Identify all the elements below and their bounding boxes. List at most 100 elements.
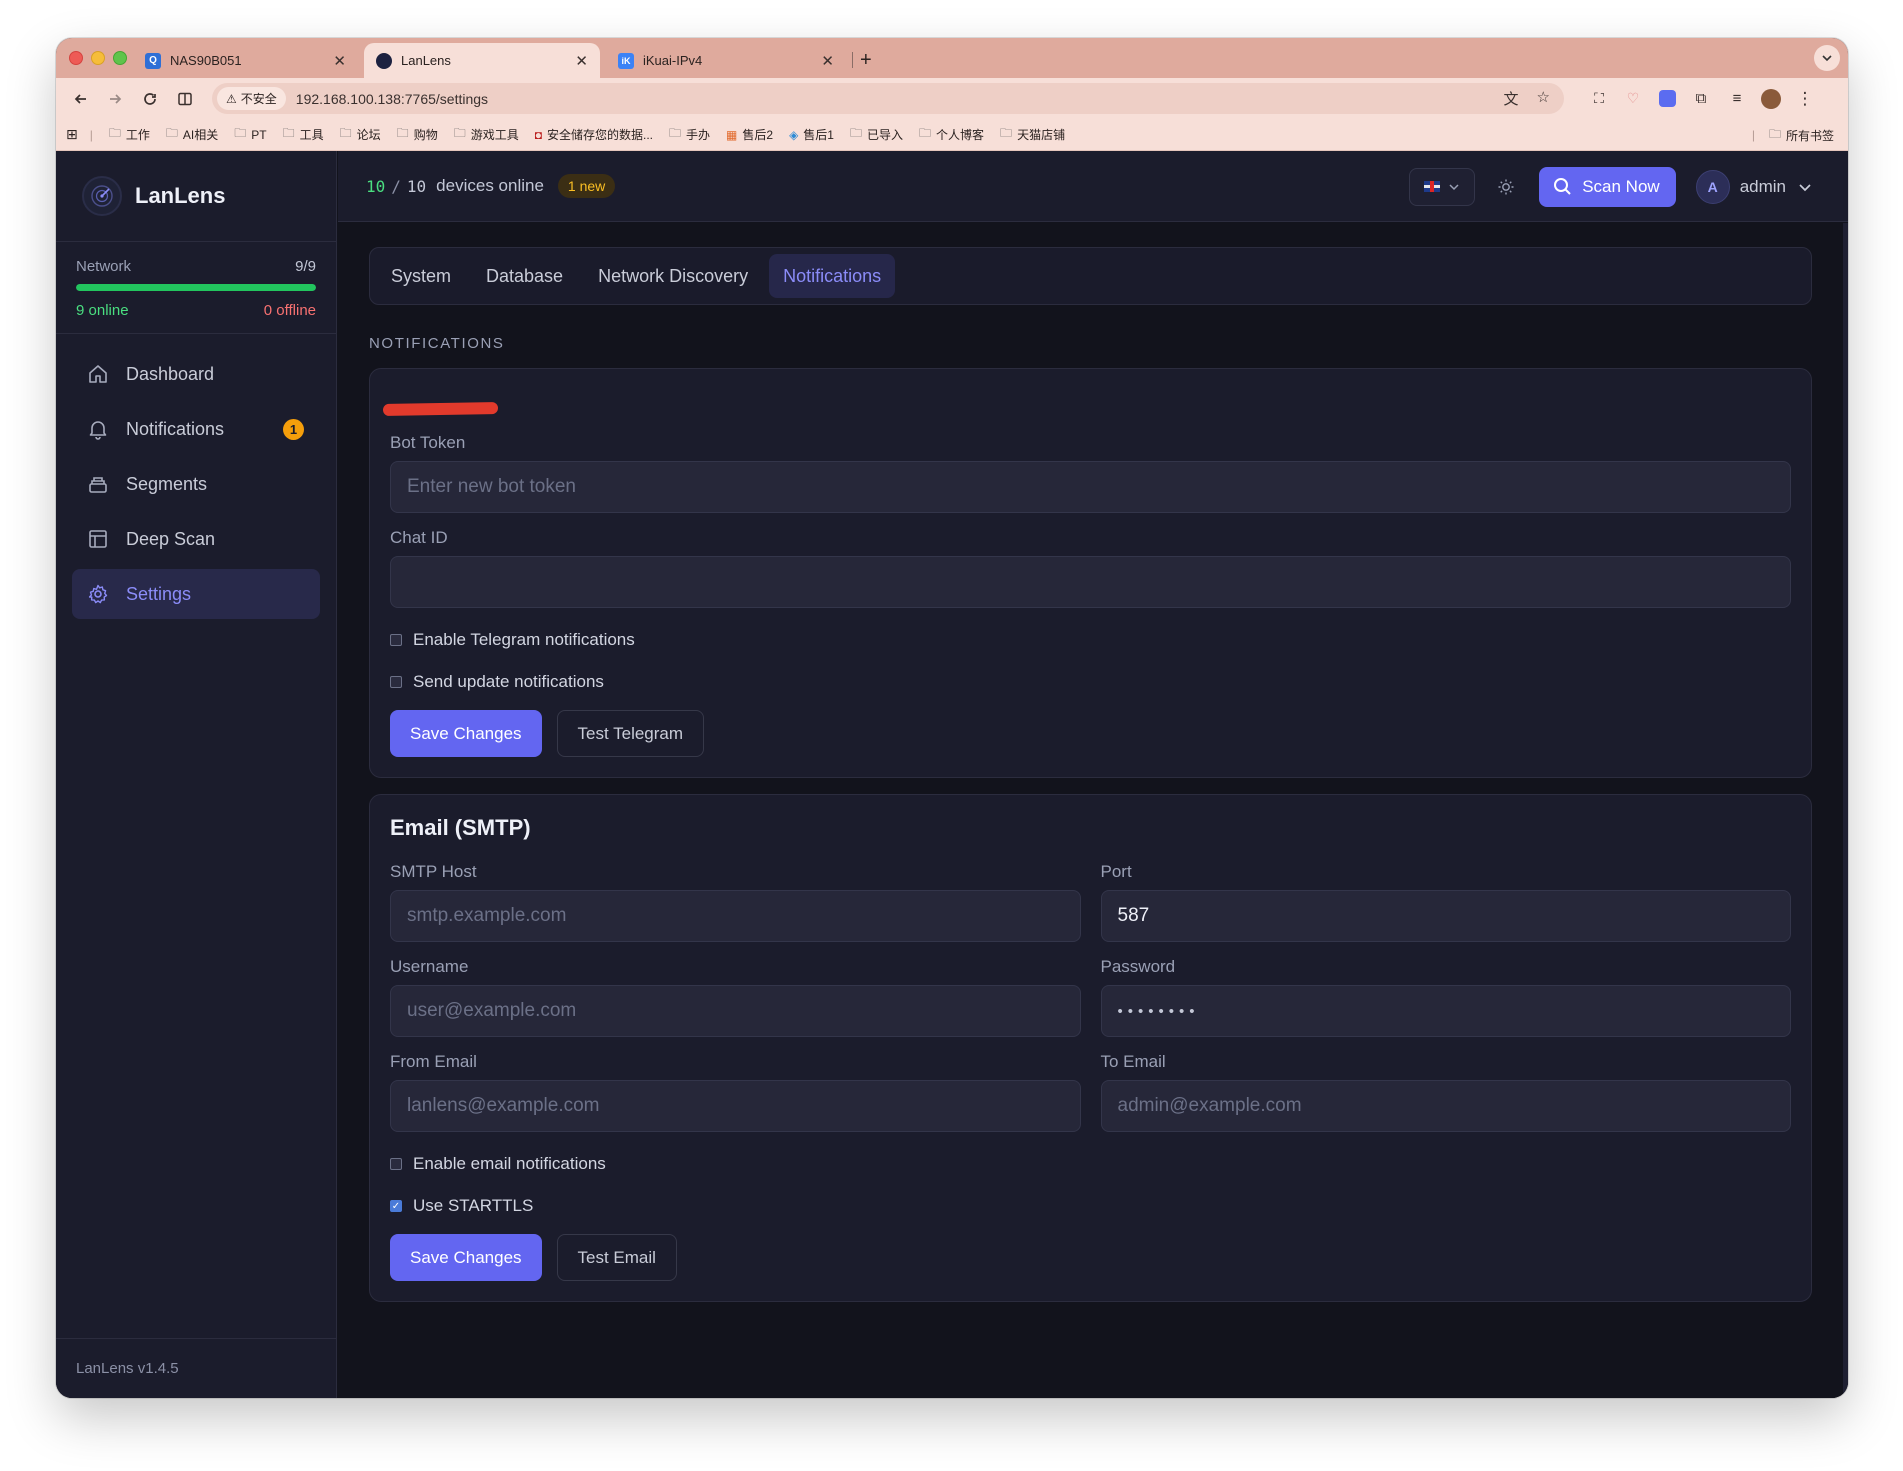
extension-button-3[interactable]	[1652, 78, 1682, 119]
email-card: Email (SMTP) SMTP Host smtp.example.com …	[369, 794, 1812, 1302]
browser-tab-lanlens[interactable]: LanLens ✕	[364, 43, 600, 78]
password-input[interactable]: ••••••••	[1100, 985, 1791, 1037]
network-count: 9/9	[295, 258, 316, 275]
browser-tab-nas[interactable]: Q NAS90B051 ✕	[133, 43, 358, 78]
user-menu[interactable]: A admin	[1695, 169, 1812, 204]
all-bookmarks-button[interactable]: | 🗀 所有书签	[1752, 119, 1834, 151]
sidebar-item-notifications[interactable]: Notifications 1	[72, 404, 320, 454]
bookmark-folder[interactable]: 🗀 游戏工具	[454, 124, 519, 145]
tab-title: NAS90B051	[170, 53, 242, 68]
smtp-host-input[interactable]: smtp.example.com	[390, 890, 1081, 942]
folder-icon: 🗀	[453, 126, 466, 140]
port-input[interactable]: 587	[1100, 890, 1791, 942]
maximize-window-button[interactable]	[113, 51, 127, 65]
network-progress-fill	[76, 284, 316, 291]
sidebar-item-settings[interactable]: Settings	[72, 569, 320, 619]
language-selector[interactable]	[1409, 167, 1476, 206]
tab-strip: Q NAS90B051 ✕ LanLens ✕ iK iKuai-IPv4 ✕ …	[56, 38, 1848, 78]
to-email-input[interactable]: admin@example.com	[1100, 1080, 1791, 1132]
browser-menu-button[interactable]: ⋮	[1790, 78, 1820, 119]
split-view-icon	[178, 92, 192, 105]
online-device-count: 10	[366, 176, 386, 196]
chat-id-input[interactable]	[390, 556, 1791, 608]
from-email-input[interactable]: lanlens@example.com	[390, 1080, 1081, 1132]
bookmark-link[interactable]: ▦ 售后2	[726, 126, 773, 143]
theme-toggle-button[interactable]	[1495, 176, 1517, 198]
bookmark-folder[interactable]: 🗀 论坛	[340, 124, 381, 145]
new-devices-badge[interactable]: 1 new	[557, 174, 616, 198]
address-bar[interactable]: ⚠ 不安全 192.168.100.138:7765/settings 文 ☆	[212, 83, 1564, 114]
checkbox-box	[390, 676, 402, 688]
browser-tab-ikuai[interactable]: iK iKuai-IPv4 ✕	[606, 43, 846, 78]
checkbox-box	[390, 634, 402, 646]
translate-icon[interactable]: 文	[1504, 88, 1519, 109]
send-updates-checkbox[interactable]: Send update notifications	[390, 672, 1791, 692]
bookmark-folder[interactable]: 🗀 个人博客	[919, 124, 984, 145]
redaction-mark	[382, 401, 499, 417]
close-tab-icon[interactable]: ✕	[575, 52, 588, 70]
back-button[interactable]	[64, 78, 98, 119]
checkbox-label: Enable email notifications	[413, 1154, 606, 1173]
sidebar-item-label: Notifications	[126, 418, 225, 439]
browser-toolbar: ⚠ 不安全 192.168.100.138:7765/settings 文 ☆ …	[56, 78, 1848, 119]
enable-telegram-checkbox[interactable]: Enable Telegram notifications	[390, 630, 1791, 650]
bookmark-folder[interactable]: 🗀 工具	[283, 124, 324, 145]
extension-button-1[interactable]: ⛶	[1584, 78, 1614, 119]
minimize-window-button[interactable]	[91, 51, 105, 65]
test-telegram-button[interactable]: Test Telegram	[556, 710, 705, 757]
sidebar-item-segments[interactable]: Segments	[72, 459, 320, 509]
content-scrollbar[interactable]	[1843, 223, 1848, 1398]
save-telegram-button[interactable]: Save Changes	[390, 710, 542, 757]
puzzle-ext-icon: ⛶	[1594, 90, 1604, 106]
bookmark-folder[interactable]: 🗀 已导入	[850, 124, 903, 145]
save-email-button[interactable]: Save Changes	[390, 1234, 542, 1281]
scan-now-button[interactable]: Scan Now	[1539, 166, 1676, 207]
tab-database[interactable]: Database	[472, 254, 577, 298]
bookmark-star-icon[interactable]: ☆	[1537, 88, 1550, 109]
brand[interactable]: LanLens	[56, 151, 336, 242]
tab-system[interactable]: System	[377, 254, 465, 298]
close-tab-icon[interactable]: ✕	[821, 52, 834, 70]
bookmark-folder[interactable]: 🗀 工作	[109, 124, 150, 145]
enable-email-checkbox[interactable]: Enable email notifications	[390, 1154, 1791, 1174]
top-header: 10 / 10 devices online 1 new Scan Now A …	[338, 151, 1848, 222]
arrow-left-icon	[74, 93, 86, 104]
bookmark-folder[interactable]: 🗀 PT	[234, 124, 266, 145]
bookmark-link[interactable]: ◘ 安全储存您的数据...	[535, 126, 653, 143]
bookmark-link[interactable]: ◈ 售后1	[789, 126, 834, 143]
username-input[interactable]: user@example.com	[390, 985, 1081, 1037]
reading-list-button[interactable]: ≡	[1722, 78, 1752, 119]
forward-button[interactable]	[98, 78, 132, 119]
uk-flag-icon	[1424, 181, 1441, 192]
checkbox-label: Enable Telegram notifications	[413, 630, 635, 649]
close-window-button[interactable]	[69, 51, 83, 65]
extensions-button[interactable]: ⧉	[1686, 78, 1716, 119]
split-view-button[interactable]	[168, 78, 202, 119]
tab-search-button[interactable]	[1814, 45, 1840, 71]
profile-button[interactable]	[1756, 78, 1786, 119]
new-tab-button[interactable]: +	[860, 43, 872, 78]
bookmark-folder[interactable]: 🗀 购物	[397, 124, 438, 145]
security-chip[interactable]: ⚠ 不安全	[217, 87, 286, 110]
close-tab-icon[interactable]: ✕	[333, 52, 346, 70]
telegram-card: Bot Token Enter new bot token Chat ID En…	[369, 368, 1812, 778]
bookmark-folder[interactable]: 🗀 手办	[669, 124, 710, 145]
reload-button[interactable]	[133, 78, 167, 119]
folder-icon: 🗀	[849, 126, 862, 140]
test-email-button[interactable]: Test Email	[556, 1234, 677, 1281]
bookmark-folder[interactable]: 🗀 AI相关	[166, 124, 218, 145]
url-text[interactable]: 192.168.100.138:7765/settings	[296, 91, 1504, 107]
bookmark-folder[interactable]: 🗀 天猫店铺	[1000, 124, 1065, 145]
apps-grid-icon[interactable]: ⊞	[66, 126, 78, 143]
tab-network-discovery[interactable]: Network Discovery	[584, 254, 762, 298]
sidebar-item-deep-scan[interactable]: Deep Scan	[72, 514, 320, 564]
network-progress-bar	[76, 284, 316, 291]
sidebar-item-dashboard[interactable]: Dashboard	[72, 349, 320, 399]
tab-notifications[interactable]: Notifications	[769, 254, 896, 298]
starttls-checkbox[interactable]: ✓ Use STARTTLS	[390, 1196, 1791, 1216]
extension-button-2[interactable]: ♡	[1618, 78, 1648, 119]
bot-token-input[interactable]: Enter new bot token	[390, 461, 1791, 513]
total-device-count: 10	[406, 176, 427, 196]
profile-avatar-icon	[1761, 88, 1781, 109]
chevron-down-icon	[1449, 183, 1459, 190]
